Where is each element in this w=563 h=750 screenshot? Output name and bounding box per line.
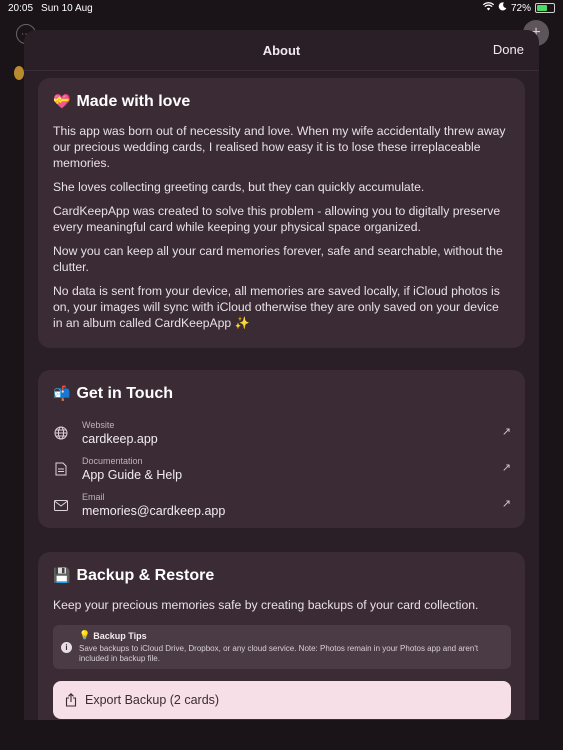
about-paragraph: She loves collecting greeting cards, but… <box>53 180 425 194</box>
get-in-touch-title: Get in Touch <box>76 385 174 402</box>
status-date: Sun 10 Aug <box>41 2 93 14</box>
email-label: Email <box>82 491 105 502</box>
external-link-icon: ↗ <box>501 461 511 474</box>
backup-tips-title: Backup Tips <box>93 631 147 641</box>
status-bar: 20:05 Sun 10 Aug 72% <box>0 0 563 16</box>
made-with-love-card: 💝 Made with love This app was born out o… <box>38 78 525 348</box>
documentation-text: Documentation App Guide & Help <box>82 456 182 483</box>
email-value: memories@cardkeep.app <box>82 503 226 518</box>
export-backup-button[interactable]: Export Backup (2 cards) <box>53 681 511 719</box>
backup-heading: 💾 Backup & Restore <box>53 567 511 585</box>
made-with-love-heading: 💝 Made with love <box>53 93 511 111</box>
backup-tips-box: i 💡 Backup Tips Save backups to iCloud D… <box>53 625 511 669</box>
info-icon: i <box>61 642 72 653</box>
lightbulb-icon: 💡 <box>79 631 91 641</box>
share-icon <box>65 693 77 707</box>
sheet-title: About <box>262 42 301 58</box>
backup-description: Keep your precious memories safe by crea… <box>53 598 479 612</box>
email-text: Email memories@cardkeep.app <box>82 492 225 519</box>
battery-fill <box>537 5 547 11</box>
external-link-icon: ↗ <box>501 497 511 510</box>
heart-gift-icon: 💝 <box>53 94 71 110</box>
envelope-icon <box>53 497 69 513</box>
about-paragraph: No data is sent from your device, all me… <box>53 284 500 330</box>
external-link-icon: ↗ <box>501 425 511 438</box>
about-paragraph: This app was born out of necessity and l… <box>53 124 506 170</box>
about-sheet: About Done 💝 Made with love This app was… <box>24 30 539 720</box>
documentation-value: App Guide & Help <box>82 467 183 482</box>
background-flower-icon <box>14 66 24 80</box>
website-text: Website cardkeep.app <box>82 420 158 447</box>
status-indicators: 72% <box>482 2 555 14</box>
floppy-disk-icon: 💾 <box>53 568 71 584</box>
website-link[interactable]: Website cardkeep.app ↗ <box>53 415 511 451</box>
made-with-love-title: Made with love <box>76 93 191 110</box>
backup-tips-heading: 💡 Backup Tips <box>79 631 501 641</box>
website-label: Website <box>82 419 115 430</box>
status-time: 20:05 <box>8 2 34 14</box>
wifi-icon <box>482 2 495 14</box>
get-in-touch-card: 📬 Get in Touch Website cardkeep.app ↗ Do… <box>38 370 525 528</box>
backup-tips-text: Save backups to iCloud Drive, Dropbox, o… <box>79 644 479 663</box>
document-icon <box>53 461 69 477</box>
done-button[interactable]: Done <box>493 42 524 57</box>
get-in-touch-heading: 📬 Get in Touch <box>53 385 511 403</box>
backup-title: Backup & Restore <box>76 567 215 584</box>
battery-percent: 72% <box>510 2 531 14</box>
documentation-link[interactable]: Documentation App Guide & Help ↗ <box>53 451 511 487</box>
about-paragraph: CardKeepApp was created to solve this pr… <box>53 204 501 234</box>
email-link[interactable]: Email memories@cardkeep.app ↗ <box>53 487 511 523</box>
sheet-header: About Done <box>24 30 539 71</box>
website-value: cardkeep.app <box>82 431 158 446</box>
globe-icon <box>53 425 69 441</box>
moon-icon <box>498 2 507 14</box>
battery-icon <box>535 3 555 13</box>
backup-restore-card: 💾 Backup & Restore Keep your precious me… <box>38 552 525 720</box>
mailbox-icon: 📬 <box>53 386 71 402</box>
about-paragraph: Now you can keep all your card memories … <box>53 244 503 274</box>
export-backup-label: Export Backup (2 cards) <box>85 693 220 707</box>
documentation-label: Documentation <box>82 455 143 466</box>
